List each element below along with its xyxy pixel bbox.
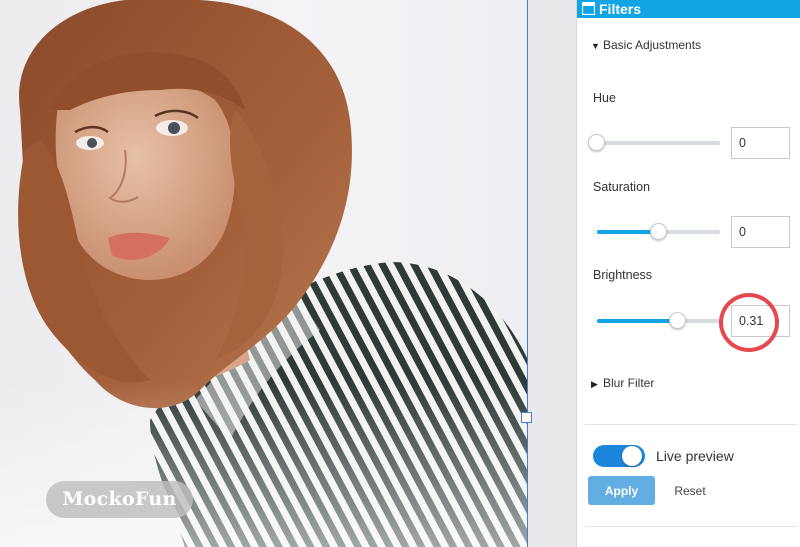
selection-resize-handle[interactable] (521, 412, 532, 423)
portrait-photo (0, 0, 528, 547)
brightness-label: Brightness (593, 268, 653, 282)
slider-thumb[interactable] (588, 134, 605, 151)
saturation-slider[interactable] (597, 223, 720, 241)
slider-track (597, 141, 720, 145)
panel-title: Filters (599, 1, 642, 17)
saturation-label: Saturation (593, 180, 650, 194)
divider (585, 526, 797, 527)
slider-fill (597, 319, 678, 323)
slider-thumb[interactable] (669, 312, 686, 329)
selection-edge (527, 0, 528, 547)
hue-slider[interactable] (588, 134, 720, 152)
live-preview-toggle[interactable] (593, 445, 645, 467)
hue-label: Hue (593, 91, 616, 105)
mockofun-watermark: MockoFun (46, 481, 193, 518)
editor-canvas[interactable]: MockoFun (0, 0, 528, 547)
basic-adjustments-toggle[interactable]: ▼ Basic Adjustments (591, 37, 701, 54)
apply-button[interactable]: Apply (588, 476, 655, 505)
section-label: Basic Adjustments (603, 38, 702, 52)
slider-thumb[interactable] (650, 223, 667, 240)
filters-panel: Filters ▼Basic Adjustments Hue Saturatio… (576, 0, 800, 547)
highlight-circle (719, 293, 779, 352)
brightness-slider[interactable] (597, 312, 720, 330)
live-preview-label: Live preview (656, 448, 734, 464)
caret-down-icon: ▼ (591, 41, 600, 51)
toggle-knob (622, 446, 642, 466)
hue-value-input[interactable] (731, 127, 790, 159)
section-label: Blur Filter (603, 376, 655, 390)
divider (585, 424, 797, 425)
window-icon (582, 2, 595, 15)
panel-header[interactable]: Filters (577, 0, 800, 18)
workspace-background (528, 0, 576, 547)
blur-filter-toggle[interactable]: ▶ Blur Filter (591, 375, 654, 392)
caret-right-icon: ▶ (591, 379, 598, 389)
reset-button[interactable]: Reset (667, 476, 713, 505)
saturation-value-input[interactable] (731, 216, 790, 248)
